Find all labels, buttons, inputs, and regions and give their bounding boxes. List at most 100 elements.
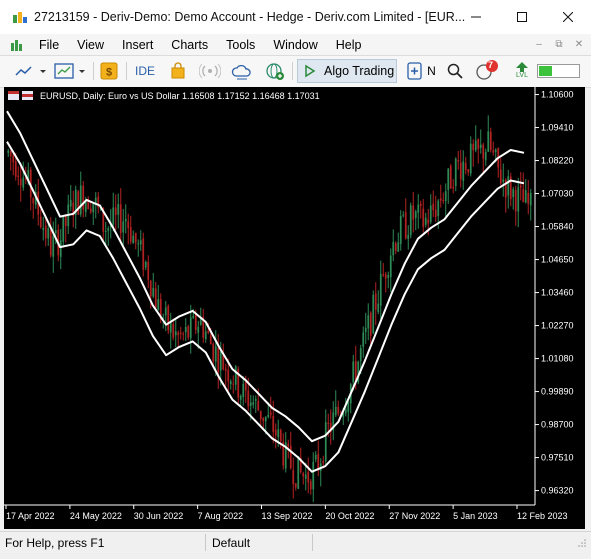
candle-body — [77, 191, 80, 215]
candle-body — [464, 162, 467, 171]
candle-body — [52, 235, 55, 257]
time-tick-label: 24 May 2022 — [70, 511, 122, 521]
candle-body — [469, 143, 472, 174]
menu-charts[interactable]: Charts — [162, 38, 217, 52]
candlestick-chart[interactable]: 1.10600 1.09410 1.08220 1.07030 1.05840 1.046… — [4, 87, 585, 529]
candle-body — [412, 205, 415, 220]
candle-body — [259, 410, 262, 420]
child-minimize-icon[interactable]: – — [533, 39, 545, 50]
new-order-button[interactable]: N — [404, 60, 438, 82]
price-tick-label: 1.09410 — [541, 123, 574, 133]
chart-flags-icon — [8, 91, 34, 101]
candle-body — [142, 238, 145, 270]
connection-status-bar[interactable] — [537, 60, 581, 82]
menu-file[interactable]: File — [30, 38, 68, 52]
community-button[interactable] — [263, 60, 287, 82]
menu-help[interactable]: Help — [327, 38, 371, 52]
child-restore-icon[interactable]: ⧉ — [553, 39, 565, 50]
menu-view[interactable]: View — [68, 38, 113, 52]
deposit-button[interactable]: $ — [98, 60, 120, 82]
resize-grip-icon[interactable] — [577, 538, 587, 548]
candle-body — [232, 383, 235, 385]
candle-body — [512, 189, 515, 198]
title-bar: 27213159 - Deriv-Demo: Demo Account - He… — [0, 0, 591, 35]
candle-body — [334, 406, 337, 416]
candle-body — [367, 315, 370, 329]
candle-body — [472, 143, 475, 151]
time-tick-label: 12 Feb 2023 — [517, 511, 568, 521]
candle-body — [7, 150, 10, 153]
candle-body — [487, 131, 490, 152]
candle-body — [234, 366, 237, 385]
candle-body — [419, 203, 422, 207]
candle-body — [62, 215, 65, 242]
candle-body — [444, 191, 447, 202]
candle-body — [12, 155, 15, 163]
candle-body — [154, 288, 157, 309]
close-button[interactable] — [545, 0, 591, 34]
candle-body — [117, 204, 120, 215]
envelope-upper-line — [6, 110, 525, 443]
candle-body — [164, 307, 167, 316]
level-indicator[interactable]: LVL — [510, 60, 534, 82]
chart-window-icon[interactable] — [10, 38, 24, 52]
menu-tools[interactable]: Tools — [217, 38, 264, 52]
chart-type-dropdown[interactable] — [14, 60, 50, 82]
time-tick-label: 30 Jun 2022 — [134, 511, 184, 521]
algo-trading-label: Algo Trading — [324, 64, 395, 78]
timeframe-dropdown[interactable] — [54, 60, 90, 82]
candle-body — [167, 305, 170, 331]
candle-body — [54, 230, 57, 234]
metatrader-app-icon — [13, 12, 27, 23]
candle-body — [189, 317, 192, 339]
candle-body — [414, 211, 417, 219]
algo-trading-button[interactable]: Algo Trading — [297, 59, 397, 83]
candle-body — [169, 322, 172, 333]
price-tick-label: 1.02270 — [541, 321, 574, 331]
market-button[interactable] — [167, 60, 189, 82]
candle-body — [39, 216, 42, 228]
price-chart[interactable]: 1.10600 1.09410 1.08220 1.07030 1.05840 1.046… — [4, 87, 585, 529]
candle-body — [529, 192, 532, 206]
ide-button[interactable]: IDE — [131, 60, 159, 82]
vps-button[interactable] — [230, 60, 254, 82]
candle-body — [267, 414, 270, 418]
candle-body — [322, 460, 325, 464]
candle-body — [262, 417, 265, 422]
candle-body — [437, 200, 440, 216]
candle-body — [197, 326, 200, 333]
candle-body — [149, 280, 152, 297]
candle-body — [139, 240, 142, 245]
candle-body — [454, 158, 457, 186]
candle-body — [187, 326, 190, 338]
candle-body — [204, 331, 207, 340]
signals-button[interactable] — [198, 60, 222, 82]
candle-body — [132, 235, 135, 244]
candle-body — [134, 233, 137, 243]
candle-body — [207, 330, 210, 333]
menu-insert[interactable]: Insert — [113, 38, 162, 52]
candle-body — [517, 187, 520, 212]
menu-window[interactable]: Window — [264, 38, 326, 52]
candle-body — [64, 215, 67, 226]
candle-body — [384, 274, 387, 279]
notifications-button[interactable]: 7 — [473, 60, 501, 82]
candle-body — [247, 390, 250, 407]
minimize-button[interactable] — [453, 0, 499, 34]
child-close-icon[interactable]: ✕ — [573, 39, 585, 50]
status-profile[interactable]: Default — [206, 536, 312, 550]
candle-body — [399, 216, 402, 244]
candle-body — [392, 242, 395, 256]
candle-body — [217, 347, 220, 373]
play-icon — [305, 64, 316, 78]
status-help-text: For Help, press F1 — [5, 535, 105, 550]
maximize-button[interactable] — [499, 0, 545, 34]
candle-body — [459, 162, 462, 180]
signal-broadcast-icon — [199, 63, 221, 79]
candle-body — [114, 207, 117, 215]
candle-body — [364, 327, 367, 332]
candle-body — [152, 287, 155, 297]
candle-body — [294, 483, 297, 488]
dollar-icon: $ — [100, 62, 118, 80]
search-button[interactable] — [444, 60, 466, 82]
